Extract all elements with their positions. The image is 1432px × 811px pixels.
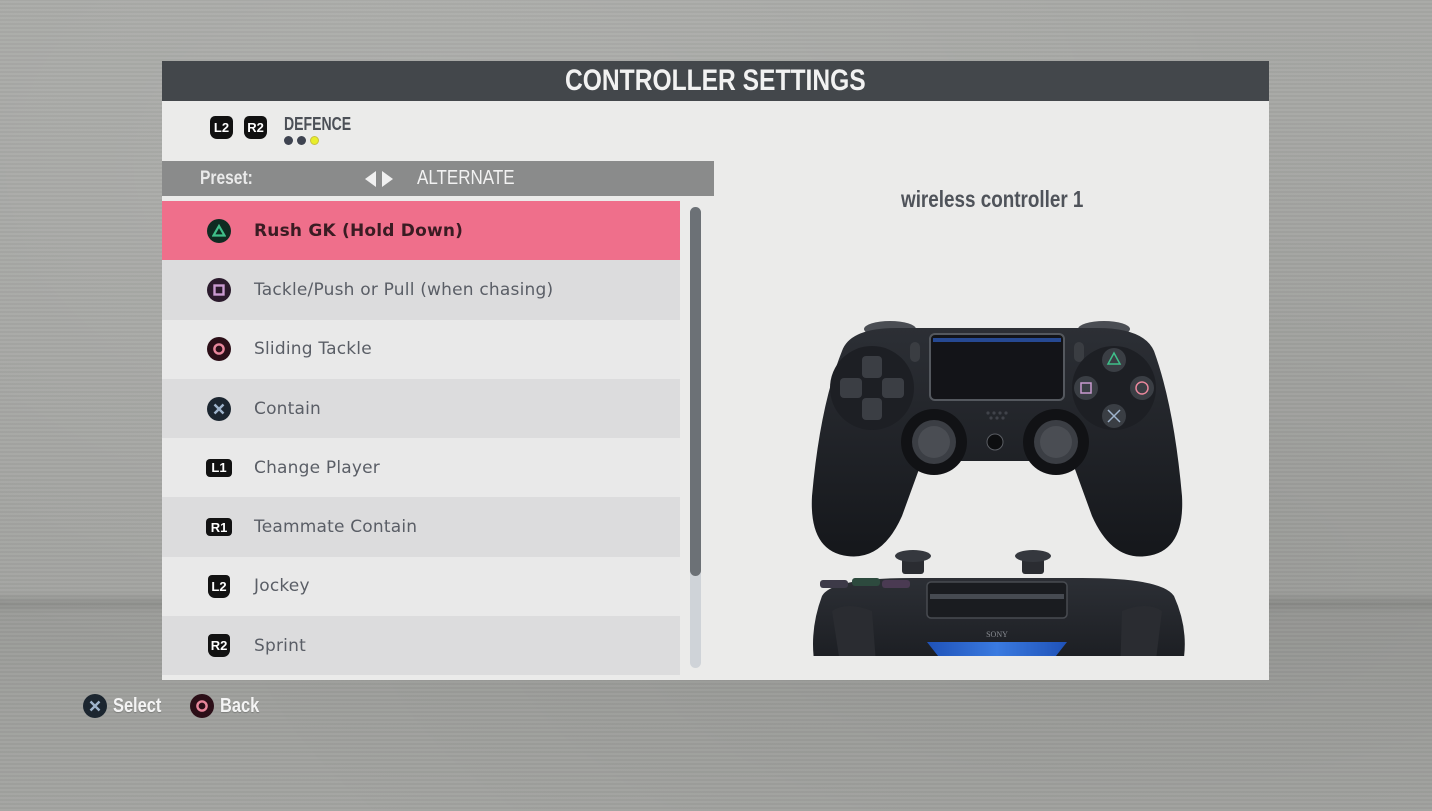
circle-button-icon <box>206 336 232 362</box>
back-hint-label: Back <box>219 694 260 717</box>
action-row-change-player[interactable]: L1 Change Player <box>162 438 680 498</box>
cross-button-icon <box>206 396 232 422</box>
action-label: Jockey <box>254 576 310 597</box>
action-row-jockey[interactable]: L2 Jockey <box>162 556 680 617</box>
action-row-teammate-contain[interactable]: R1 Teammate Contain <box>162 497 680 557</box>
triangle-button-icon <box>206 218 232 244</box>
controller-front-view <box>811 321 1183 557</box>
controller-settings-panel: CONTROLLER SETTINGS L2 R2 DEFENCE Preset… <box>162 61 1269 680</box>
mode-selector: L2 R2 DEFENCE <box>210 114 370 154</box>
title-bar: CONTROLLER SETTINGS <box>162 61 1269 101</box>
page-title: CONTROLLER SETTINGS <box>565 64 866 97</box>
prev-mode-button[interactable]: L2 <box>210 116 233 139</box>
circle-button-icon <box>189 694 214 718</box>
page-dot-2 <box>297 136 306 145</box>
action-row-rush-gk[interactable]: Rush GK (Hold Down) <box>162 201 680 261</box>
controller-back-view: SONY <box>813 550 1185 656</box>
preset-selector[interactable]: Preset: ALTERNATE <box>162 161 714 196</box>
device-name: wireless controller 1 <box>900 186 1084 212</box>
preset-prev-arrow-icon[interactable] <box>365 170 376 187</box>
scrollbar-thumb[interactable] <box>690 207 701 576</box>
page-dot-3-active <box>310 136 319 145</box>
mode-info: DEFENCE <box>284 114 370 145</box>
action-label: Tackle/Push or Pull (when chasing) <box>254 279 554 300</box>
action-label: Contain <box>254 398 322 419</box>
mode-label: DEFENCE <box>284 114 352 134</box>
next-mode-button[interactable]: R2 <box>244 116 267 139</box>
cross-button-icon <box>83 694 107 718</box>
preset-label: Preset: <box>200 167 253 189</box>
r1-button-icon: R1 <box>206 514 232 540</box>
action-label: Change Player <box>254 457 380 478</box>
action-label: Rush GK (Hold Down) <box>254 220 464 241</box>
preset-value: ALTERNATE <box>417 167 515 189</box>
select-hint[interactable]: Select <box>83 694 172 718</box>
action-label: Sprint <box>254 635 306 656</box>
action-row-tackle[interactable]: Tackle/Push or Pull (when chasing) <box>162 260 680 320</box>
back-hint[interactable]: Back <box>189 694 268 718</box>
button-hints: Select Back <box>83 694 286 718</box>
action-row-sprint[interactable]: R2 Sprint <box>162 616 680 676</box>
square-button-icon <box>206 277 232 303</box>
action-list: Rush GK (Hold Down) Tackle/Push or Pull … <box>162 201 680 676</box>
l1-button-icon: L1 <box>206 455 232 481</box>
action-label: Teammate Contain <box>254 517 418 538</box>
select-hint-label: Select <box>113 694 162 717</box>
action-row-sliding-tackle[interactable]: Sliding Tackle <box>162 319 680 379</box>
svg-text:SONY: SONY <box>986 630 1008 639</box>
l2-button-icon: L2 <box>206 573 232 599</box>
page-dot-1 <box>284 136 293 145</box>
preset-next-arrow-icon[interactable] <box>382 170 393 187</box>
preset-arrows <box>365 170 393 187</box>
page-indicator <box>284 136 370 145</box>
action-label: Sliding Tackle <box>254 339 372 360</box>
action-row-contain[interactable]: Contain <box>162 378 680 439</box>
action-list-scrollbar[interactable] <box>690 207 701 668</box>
controller-diagram: SONY <box>811 321 1185 656</box>
r2-button-icon: R2 <box>206 633 232 659</box>
